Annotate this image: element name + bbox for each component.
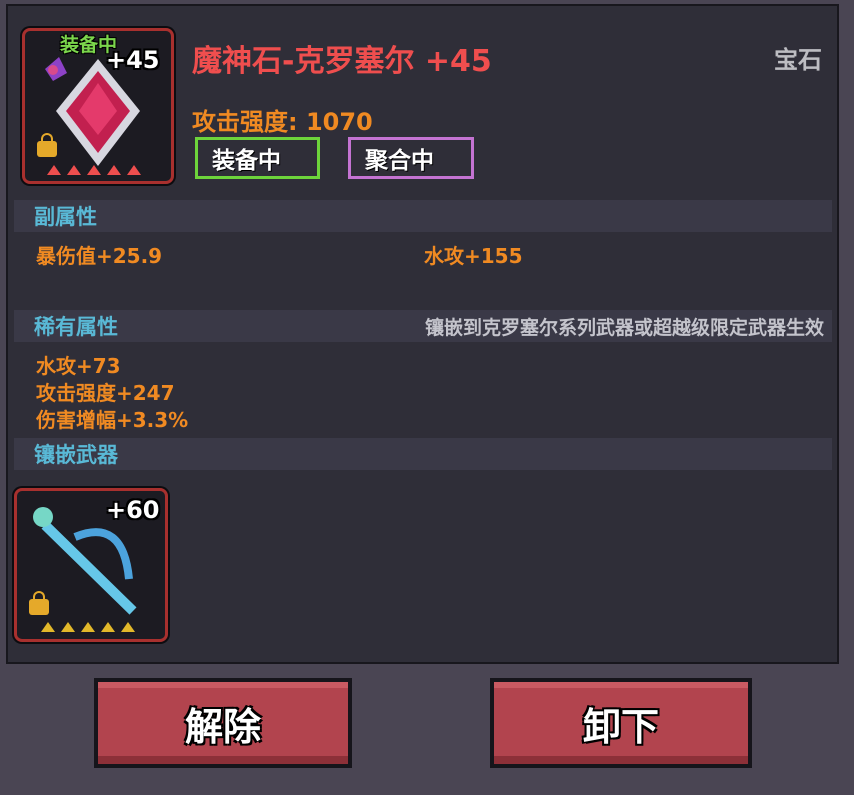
lock-icon	[37, 133, 57, 157]
star-icon	[41, 622, 55, 632]
fusing-badge: 聚合中	[348, 137, 474, 179]
rare-attributes-note: 镶嵌到克罗塞尔系列武器或超越级限定武器生效	[424, 316, 824, 339]
rare-stat-3: 伤害增幅+3.3%	[36, 408, 189, 432]
rare-stat-1: 水攻+73	[36, 354, 121, 378]
rare-attributes-title: 稀有属性	[34, 315, 118, 339]
secondary-stat-1: 暴伤值+25.9	[36, 244, 163, 268]
star-icon	[127, 165, 141, 175]
weapon-level: +60	[106, 496, 160, 524]
star-icon	[107, 165, 121, 175]
item-type: 宝石	[774, 46, 822, 74]
item-title: 魔神石-克罗塞尔 +45	[192, 44, 492, 79]
star-rating	[47, 165, 141, 175]
star-rating	[41, 622, 135, 632]
star-icon	[81, 622, 95, 632]
gem-level: +45	[106, 46, 160, 74]
rare-stat-2: 攻击强度+247	[36, 381, 175, 405]
unequip-button[interactable]: 卸下	[490, 678, 752, 768]
star-icon	[87, 165, 101, 175]
secondary-attributes-header: 副属性	[14, 200, 832, 232]
star-icon	[61, 622, 75, 632]
lock-icon	[29, 591, 49, 615]
secondary-stat-2: 水攻+155	[424, 244, 523, 268]
equipped-badge: 装备中	[195, 137, 320, 179]
socketed-weapon-header: 镶嵌武器	[14, 438, 832, 470]
rare-attributes-header: 稀有属性 镶嵌到克罗塞尔系列武器或超越级限定武器生效	[14, 310, 832, 342]
star-icon	[67, 165, 81, 175]
remove-button[interactable]: 解除	[94, 678, 352, 768]
star-icon	[101, 622, 115, 632]
star-icon	[121, 622, 135, 632]
star-icon	[47, 165, 61, 175]
attack-value: 攻击强度: 1070	[192, 108, 373, 136]
